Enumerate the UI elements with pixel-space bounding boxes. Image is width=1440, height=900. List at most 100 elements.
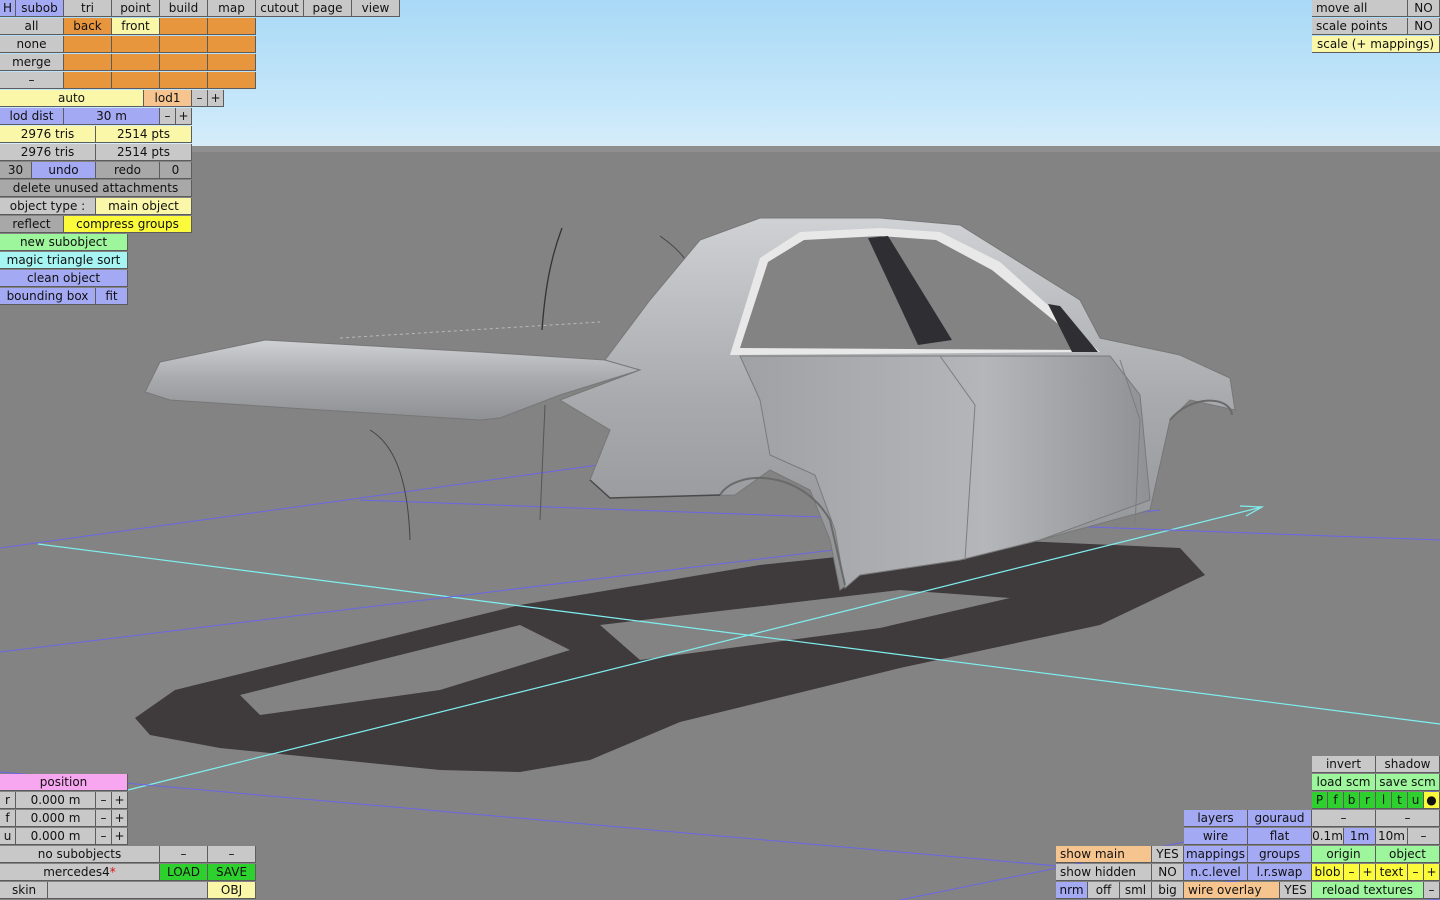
bounding-box-button[interactable]: bounding box: [0, 288, 96, 305]
lod-plus-button[interactable]: +: [208, 90, 224, 107]
flat-button[interactable]: flat: [1248, 828, 1312, 845]
view-dot-button[interactable]: ●: [1424, 792, 1440, 809]
position-u-field[interactable]: 0.000 m: [16, 828, 96, 845]
clean-object-button[interactable]: clean object: [0, 270, 128, 287]
blob-plus-button[interactable]: +: [1360, 864, 1376, 881]
save-scm-button[interactable]: save scm: [1376, 774, 1440, 791]
position-f-plus[interactable]: +: [112, 810, 128, 827]
object-type-select[interactable]: main object: [96, 198, 192, 215]
view-p-button[interactable]: P: [1312, 792, 1328, 809]
slot-button[interactable]: [208, 36, 256, 53]
mappings-button[interactable]: mappings: [1184, 846, 1248, 863]
move-all-toggle[interactable]: NO: [1408, 0, 1440, 17]
wire-button[interactable]: wire: [1184, 828, 1248, 845]
lod-dist-plus-button[interactable]: +: [176, 108, 192, 125]
tab-subob[interactable]: subob: [16, 0, 64, 17]
reflect-button[interactable]: reflect: [0, 216, 64, 233]
view-u-button[interactable]: u: [1408, 792, 1424, 809]
filename-field[interactable]: mercedes4*: [0, 864, 160, 881]
slot-button[interactable]: [64, 36, 112, 53]
big-button[interactable]: big: [1152, 882, 1184, 899]
scale-mappings-button[interactable]: scale (+ mappings): [1312, 36, 1440, 53]
select-none-button[interactable]: none: [0, 36, 64, 53]
view-r-button[interactable]: r: [1360, 792, 1376, 809]
h-button[interactable]: H: [0, 0, 16, 17]
view-b-button[interactable]: b: [1344, 792, 1360, 809]
compress-groups-button[interactable]: compress groups: [64, 216, 192, 233]
off-button[interactable]: off: [1088, 882, 1120, 899]
lod-dist-minus-button[interactable]: –: [160, 108, 176, 125]
shadow-button[interactable]: shadow: [1376, 756, 1440, 773]
text-button[interactable]: text: [1376, 864, 1408, 881]
layers-button[interactable]: layers: [1184, 810, 1248, 827]
reload-textures-button[interactable]: reload textures: [1312, 882, 1424, 899]
dash-button-2[interactable]: –: [1376, 810, 1440, 827]
position-r-minus[interactable]: –: [96, 792, 112, 809]
move-all-button[interactable]: move all: [1312, 0, 1408, 17]
blob-button[interactable]: blob: [1312, 864, 1344, 881]
step-10m-button[interactable]: 10m: [1376, 828, 1408, 845]
redo-button[interactable]: redo: [96, 162, 160, 179]
tab-tri[interactable]: tri: [64, 0, 112, 17]
tab-view[interactable]: view: [352, 0, 400, 17]
lod-minus-button[interactable]: –: [192, 90, 208, 107]
position-f-minus[interactable]: –: [96, 810, 112, 827]
groups-button[interactable]: groups: [1248, 846, 1312, 863]
slot-button[interactable]: [160, 36, 208, 53]
undo-button[interactable]: undo: [32, 162, 96, 179]
obj-button[interactable]: OBJ: [208, 882, 256, 899]
nc-level-button[interactable]: n.c.level: [1184, 864, 1248, 881]
slot-button[interactable]: [208, 72, 256, 89]
tab-map[interactable]: map: [208, 0, 256, 17]
show-main-toggle[interactable]: YES: [1152, 846, 1184, 863]
tab-point[interactable]: point: [112, 0, 160, 17]
position-r-field[interactable]: 0.000 m: [16, 792, 96, 809]
sml-button[interactable]: sml: [1120, 882, 1152, 899]
slot-button[interactable]: [160, 18, 208, 35]
scale-points-button[interactable]: scale points: [1312, 18, 1408, 35]
merge-button[interactable]: merge: [0, 54, 64, 71]
wire-overlay-button[interactable]: wire overlay: [1184, 882, 1280, 899]
delete-unused-attachments-button[interactable]: delete unused attachments: [0, 180, 192, 197]
slot-button[interactable]: [208, 54, 256, 71]
show-main-button[interactable]: show main: [1056, 846, 1152, 863]
slot-button[interactable]: [208, 18, 256, 35]
fit-button[interactable]: fit: [96, 288, 128, 305]
wire-overlay-toggle[interactable]: YES: [1280, 882, 1312, 899]
viewport-3d[interactable]: [0, 0, 1440, 900]
scale-points-toggle[interactable]: NO: [1408, 18, 1440, 35]
tab-cutout[interactable]: cutout: [256, 0, 304, 17]
object-button[interactable]: object: [1376, 846, 1440, 863]
position-r-plus[interactable]: +: [112, 792, 128, 809]
position-f-field[interactable]: 0.000 m: [16, 810, 96, 827]
subobject-dash-1[interactable]: –: [160, 846, 208, 863]
origin-button[interactable]: origin: [1312, 846, 1376, 863]
front-button[interactable]: front: [112, 18, 160, 35]
view-l-button[interactable]: l: [1376, 792, 1392, 809]
select-all-button[interactable]: all: [0, 18, 64, 35]
slot-button[interactable]: [112, 36, 160, 53]
magic-triangle-sort-button[interactable]: magic triangle sort: [0, 252, 128, 269]
slot-button[interactable]: [160, 54, 208, 71]
position-u-plus[interactable]: +: [112, 828, 128, 845]
load-button[interactable]: LOAD: [160, 864, 208, 881]
show-hidden-button[interactable]: show hidden: [1056, 864, 1152, 881]
step-01m-button[interactable]: 0.1m: [1312, 828, 1344, 845]
slot-button[interactable]: [112, 72, 160, 89]
new-subobject-button[interactable]: new subobject: [0, 234, 128, 251]
tab-build[interactable]: build: [160, 0, 208, 17]
lr-swap-button[interactable]: l.r.swap: [1248, 864, 1312, 881]
show-hidden-toggle[interactable]: NO: [1152, 864, 1184, 881]
back-button[interactable]: back: [64, 18, 112, 35]
slot-button[interactable]: [64, 72, 112, 89]
slot-button[interactable]: [112, 54, 160, 71]
gouraud-button[interactable]: gouraud: [1248, 810, 1312, 827]
reload-minus-button[interactable]: –: [1424, 882, 1440, 899]
text-minus-button[interactable]: –: [1408, 864, 1424, 881]
nrm-button[interactable]: nrm: [1056, 882, 1088, 899]
tab-page[interactable]: page: [304, 0, 352, 17]
view-t-button[interactable]: t: [1392, 792, 1408, 809]
skin-field[interactable]: [48, 882, 208, 899]
no-subobjects-select[interactable]: no subobjects: [0, 846, 160, 863]
lod1-button[interactable]: lod1: [144, 90, 192, 107]
